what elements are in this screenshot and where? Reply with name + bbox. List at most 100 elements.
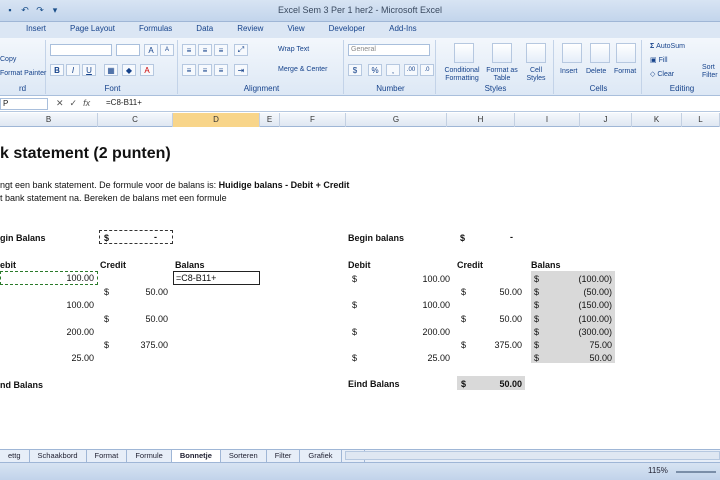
enter-icon[interactable]: ✓ bbox=[70, 98, 78, 109]
left-begin-cell[interactable] bbox=[99, 230, 173, 244]
name-box[interactable]: P bbox=[0, 98, 48, 110]
ribbon: Copy Format Painter rd A A B I U ▦ ◆ A F… bbox=[0, 38, 720, 96]
left-header-credit: Credit bbox=[100, 260, 127, 270]
active-cell-formula: =C8-B11+ bbox=[176, 273, 217, 283]
tab-formulas[interactable]: Formulas bbox=[127, 22, 184, 38]
tab-developer[interactable]: Developer bbox=[317, 22, 377, 38]
sheet-tab-grafiek[interactable]: Grafiek bbox=[300, 450, 342, 462]
format-button[interactable]: Format bbox=[614, 68, 636, 75]
right-balans-row-5-currency: $ bbox=[534, 327, 540, 337]
format-cells-icon[interactable] bbox=[616, 43, 636, 63]
left-header-debit: ebit bbox=[0, 260, 17, 270]
sheet-tab-format[interactable]: Format bbox=[87, 450, 128, 462]
column-header-l[interactable]: L bbox=[682, 113, 720, 127]
font-size-combo[interactable] bbox=[116, 44, 140, 56]
insert-cells-icon[interactable] bbox=[562, 43, 582, 63]
merge-center-button[interactable]: Merge & Center bbox=[278, 66, 327, 73]
tab-data[interactable]: Data bbox=[184, 22, 225, 38]
align-middle-icon[interactable]: ≡ bbox=[198, 44, 212, 56]
sheet-tab-bonnetje[interactable]: Bonnetje bbox=[171, 450, 221, 462]
zoom-slider[interactable] bbox=[676, 471, 716, 473]
sheet-tab-schaakbord[interactable]: Schaakbord bbox=[30, 450, 87, 462]
customize-icon[interactable]: ▾ bbox=[49, 4, 61, 16]
decrease-decimal-button[interactable]: .0 bbox=[420, 64, 434, 76]
column-header-g[interactable]: G bbox=[346, 113, 447, 127]
format-as-table-icon[interactable] bbox=[492, 43, 512, 63]
cells-group: Insert Delete Format Cells bbox=[556, 40, 642, 94]
sheet-tab-filter[interactable]: Filter bbox=[267, 450, 301, 462]
tab-page-layout[interactable]: Page Layout bbox=[58, 22, 127, 38]
align-bottom-icon[interactable]: ≡ bbox=[214, 44, 228, 56]
left-debit-row-5: 200.00 bbox=[66, 327, 94, 337]
sheet-tab-sorteren[interactable]: Sorteren bbox=[221, 450, 267, 462]
cell-styles-button[interactable]: Cell Styles bbox=[522, 67, 550, 83]
fill-button[interactable]: ▣ Fill bbox=[650, 56, 668, 64]
conditional-formatting-icon[interactable] bbox=[454, 43, 474, 63]
column-header-f[interactable]: F bbox=[280, 113, 346, 127]
delete-cells-icon[interactable] bbox=[590, 43, 610, 63]
grow-font-button[interactable]: A bbox=[144, 44, 158, 56]
insert-function-icon[interactable]: fx bbox=[83, 98, 90, 109]
column-header-c[interactable]: C bbox=[98, 113, 173, 127]
underline-button[interactable]: U bbox=[82, 64, 96, 76]
column-header-i[interactable]: I bbox=[515, 113, 580, 127]
align-right-icon[interactable]: ≡ bbox=[214, 64, 228, 76]
italic-button[interactable]: I bbox=[66, 64, 80, 76]
number-format-combo[interactable]: General bbox=[348, 44, 430, 56]
redo-icon[interactable]: ↷ bbox=[34, 4, 46, 16]
orientation-icon[interactable]: ⤢ bbox=[234, 44, 248, 56]
border-icon[interactable]: ▦ bbox=[104, 64, 118, 76]
instruction-formula: Huidige balans - Debit + Credit bbox=[218, 180, 350, 190]
tab-view[interactable]: View bbox=[275, 22, 316, 38]
tab-insert[interactable]: Insert bbox=[14, 22, 58, 38]
undo-icon[interactable]: ↶ bbox=[19, 4, 31, 16]
bold-button[interactable]: B bbox=[50, 64, 64, 76]
window-title: Excel Sem 3 Per 1 her2 - Microsoft Excel bbox=[277, 5, 443, 15]
wrap-text-button[interactable]: Wrap Text bbox=[278, 46, 309, 53]
shrink-font-button[interactable]: A bbox=[160, 44, 174, 56]
font-color-icon[interactable]: A bbox=[140, 64, 154, 76]
format-painter-button[interactable]: Format Painter bbox=[0, 70, 46, 77]
column-header-b[interactable]: B bbox=[0, 113, 98, 127]
left-debit-row-3: 100.00 bbox=[66, 300, 94, 310]
format-as-table-button[interactable]: Format as Table bbox=[486, 67, 518, 83]
align-left-icon[interactable]: ≡ bbox=[182, 64, 196, 76]
sheet-tab-ettg[interactable]: ettg bbox=[0, 450, 30, 462]
column-header-j[interactable]: J bbox=[580, 113, 632, 127]
column-header-h[interactable]: H bbox=[447, 113, 515, 127]
column-header-d[interactable]: D bbox=[173, 113, 260, 127]
worksheet[interactable]: k statement (2 punten) ngt een bank stat… bbox=[0, 127, 720, 449]
tab-home[interactable] bbox=[0, 22, 14, 38]
tab-addins[interactable]: Add-Ins bbox=[377, 22, 429, 38]
sort-filter-button[interactable]: Sort Filter bbox=[702, 64, 720, 80]
align-center-icon[interactable]: ≡ bbox=[198, 64, 212, 76]
percent-button[interactable]: % bbox=[368, 64, 382, 76]
save-icon[interactable]: ▪ bbox=[4, 4, 16, 16]
copy-button[interactable]: Copy bbox=[0, 56, 16, 63]
fill-icon: ▣ bbox=[650, 57, 659, 64]
align-top-icon[interactable]: ≡ bbox=[182, 44, 196, 56]
currency-button[interactable]: $ bbox=[348, 64, 362, 76]
right-balans-row-2: (50.00) bbox=[583, 287, 612, 297]
horizontal-scrollbar[interactable] bbox=[345, 451, 720, 460]
zoom-level[interactable]: 115% bbox=[648, 466, 668, 475]
tab-review[interactable]: Review bbox=[225, 22, 275, 38]
column-header-e[interactable]: E bbox=[260, 113, 280, 127]
column-header-k[interactable]: K bbox=[632, 113, 682, 127]
conditional-formatting-button[interactable]: Conditional Formatting bbox=[440, 67, 484, 83]
formula-input[interactable]: =C8-B11+ bbox=[106, 98, 142, 107]
clear-button[interactable]: ◇ Clear bbox=[650, 70, 674, 78]
font-name-combo[interactable] bbox=[50, 44, 112, 56]
quick-access-toolbar: ▪ ↶ ↷ ▾ bbox=[4, 4, 61, 16]
indent-icon[interactable]: ⇥ bbox=[234, 64, 248, 76]
comma-button[interactable]: , bbox=[386, 64, 400, 76]
right-balans-row-7: 50.00 bbox=[589, 353, 612, 363]
delete-button[interactable]: Delete bbox=[586, 68, 606, 75]
cell-styles-icon[interactable] bbox=[526, 43, 546, 63]
increase-decimal-button[interactable]: .00 bbox=[404, 64, 418, 76]
fill-color-icon[interactable]: ◆ bbox=[122, 64, 136, 76]
insert-button[interactable]: Insert bbox=[560, 68, 578, 75]
cancel-icon[interactable]: ✕ bbox=[56, 98, 64, 109]
autosum-button[interactable]: Σ AutoSum bbox=[650, 43, 685, 50]
sheet-tab-formule[interactable]: Formule bbox=[127, 450, 172, 462]
